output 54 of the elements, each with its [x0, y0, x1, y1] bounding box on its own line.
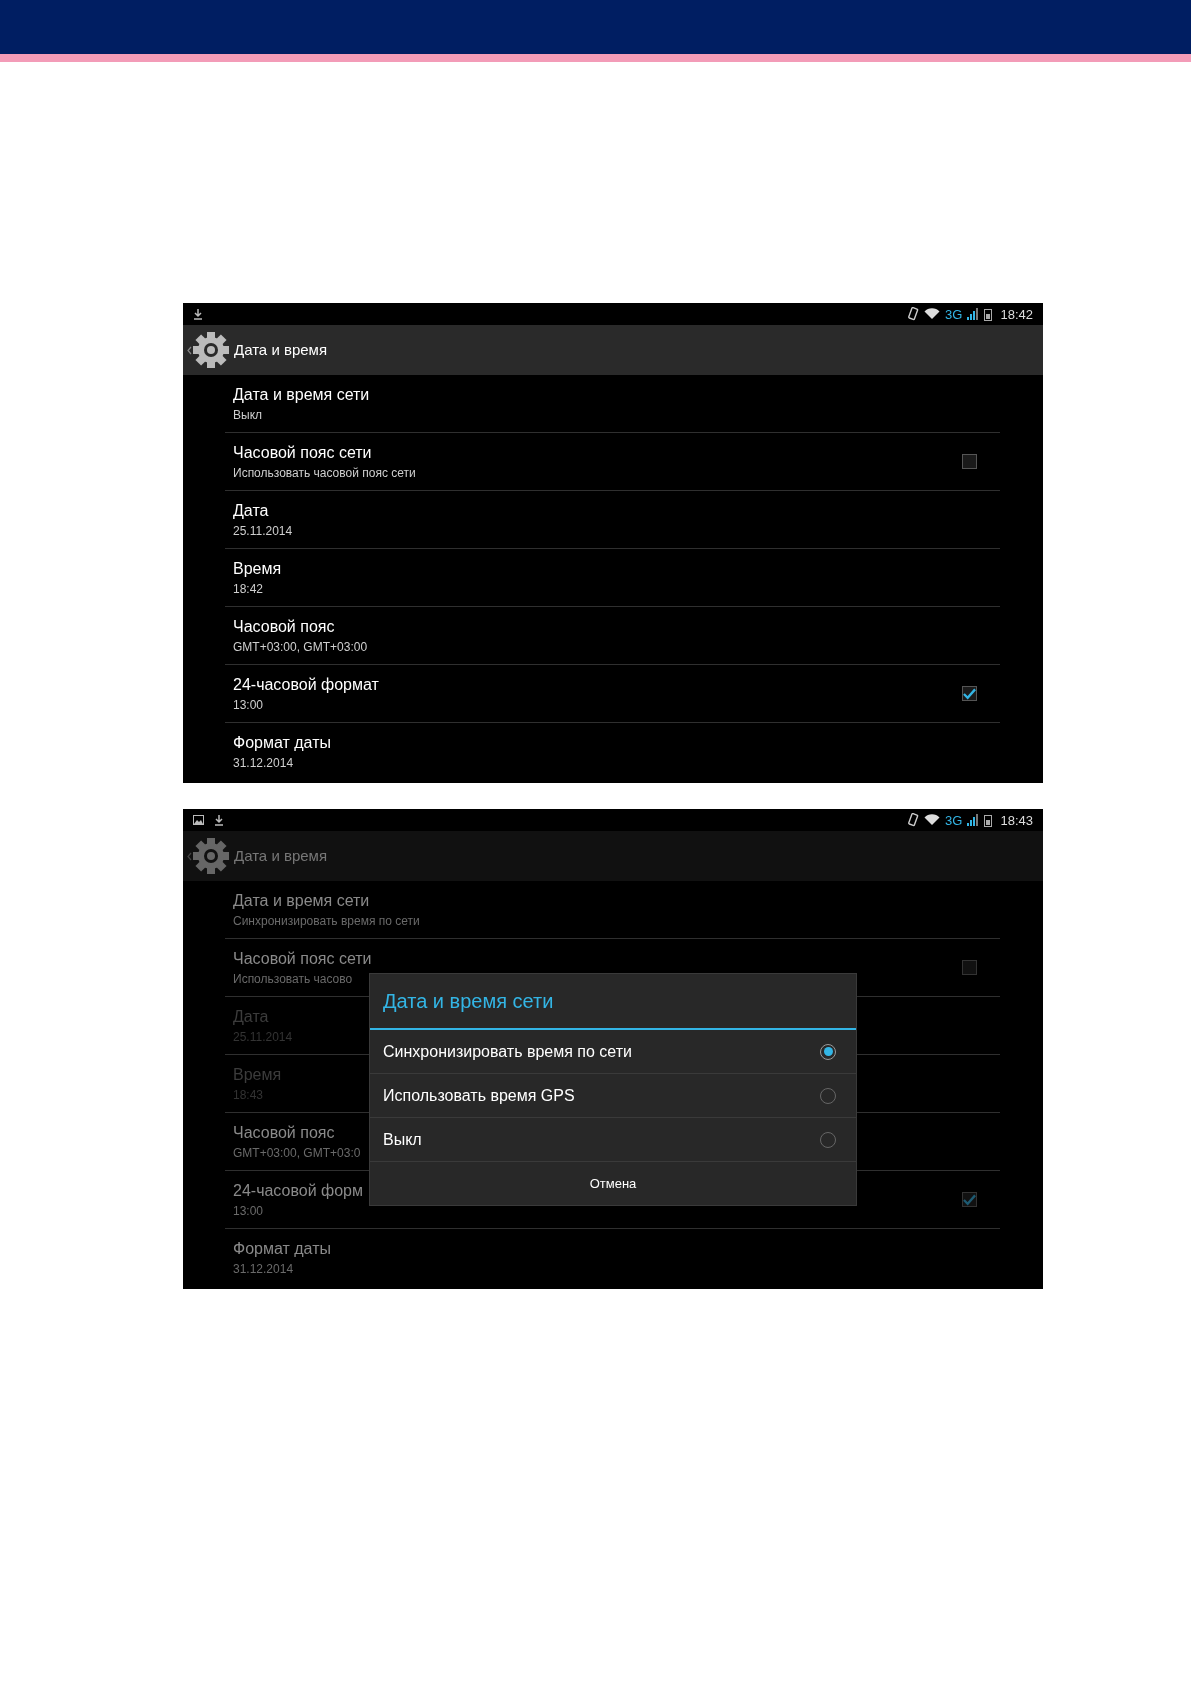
setting-title: Дата и время сети	[233, 890, 371, 911]
setting-summary: Синхронизировать время по сети	[233, 912, 420, 930]
setting-title: Формат даты	[233, 733, 331, 753]
setting-summary: Использовать часовой пояс сети	[233, 464, 416, 482]
setting-title: Часовой пояс сети	[233, 948, 372, 969]
setting-title: 24-часовой форм	[233, 1180, 363, 1201]
signal-icon	[967, 814, 980, 826]
phone-rotate-icon	[907, 813, 920, 827]
back-caret-icon[interactable]	[187, 851, 192, 861]
wifi-icon	[924, 814, 941, 826]
download-icon	[193, 308, 203, 320]
battery-icon	[984, 813, 993, 827]
checkbox[interactable]	[962, 1192, 977, 1207]
setting-summary: 31.12.2014	[233, 755, 295, 772]
clock: 18:42	[1000, 307, 1033, 321]
checkbox[interactable]	[962, 686, 977, 701]
phone-rotate-icon	[907, 307, 920, 321]
settings-icon	[192, 331, 230, 369]
setting-summary: Использовать часово	[233, 970, 354, 988]
radio-option[interactable]: Синхронизировать время по сети	[370, 1030, 856, 1074]
battery-icon	[984, 307, 993, 321]
action-bar-title: Дата и время	[234, 339, 328, 360]
wifi-icon	[924, 308, 941, 320]
download-icon	[214, 814, 224, 826]
setting-summary: Выкл	[233, 406, 263, 424]
clock: 18:43	[1000, 813, 1033, 827]
action-bar-title: Дата и время	[234, 845, 328, 866]
setting-title: Формат даты	[233, 1239, 331, 1259]
image-icon	[193, 815, 204, 825]
setting-title: Дата	[233, 500, 270, 521]
radio-option[interactable]: Использовать время GPS	[370, 1074, 856, 1118]
setting-summary: GMT+03:00, GMT+03:0	[233, 1144, 361, 1162]
setting-summary: 13:00	[233, 1202, 265, 1220]
signal-icon	[967, 308, 980, 320]
dialog-title: Дата и время сети	[383, 989, 554, 1014]
checkbox[interactable]	[962, 960, 977, 975]
setting-title: Дата	[233, 1006, 270, 1027]
setting-title: Часовой пояс	[233, 616, 336, 637]
setting-title: Время	[233, 1064, 282, 1085]
setting-title: Время	[233, 558, 282, 579]
network-type: 3G	[945, 307, 963, 321]
checkbox[interactable]	[962, 454, 977, 469]
settings-icon	[192, 837, 230, 875]
setting-summary: 31.12.2014	[233, 1261, 295, 1278]
setting-title: Часовой пояс сети	[233, 442, 373, 463]
setting-summary: 25.11.2014	[233, 522, 293, 540]
back-caret-icon[interactable]	[187, 345, 192, 355]
setting-title: Часовой пояс	[233, 1122, 336, 1143]
network-type: 3G	[945, 813, 963, 827]
setting-title: Дата и время сети	[233, 384, 370, 405]
setting-summary: GMT+03:00, GMT+03:00	[233, 638, 368, 656]
setting-summary: 13:00	[233, 696, 265, 714]
setting-summary: 18:42	[233, 580, 265, 598]
setting-title: 24-часовой формат	[233, 674, 379, 695]
